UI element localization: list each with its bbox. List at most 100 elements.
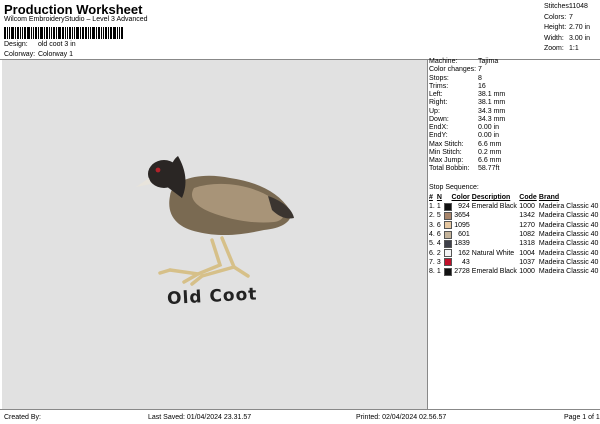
stat-zoom: Zoom: 1:1 (544, 45, 579, 52)
info-row: Trims: 16 (428, 83, 600, 91)
barcode-bar (72, 27, 73, 39)
barcode-bar (58, 27, 61, 39)
color-swatch (443, 258, 453, 267)
info-row: Color changes: 7 (428, 66, 600, 74)
col-description: Description (471, 194, 511, 201)
barcode-bar (7, 27, 8, 39)
row-num: 8. (429, 268, 435, 276)
color-swatch (443, 211, 453, 220)
table-row: 7. 3 43 1037 Madeira Classic 40 (428, 258, 600, 267)
barcode-bar (35, 27, 37, 39)
row-code: 1000 (519, 268, 535, 276)
barcode-bar (17, 27, 19, 39)
row-brand: Madeira Classic 40 (538, 203, 599, 211)
barcode-bar (53, 27, 55, 39)
info-row: Max Stitch: 6.6 mm (428, 141, 600, 149)
barcode-bar (9, 27, 10, 39)
table-row: 3. 6 1095 1270 Madeira Classic 40 (428, 221, 600, 230)
barcode-bar (110, 27, 112, 39)
barcode-bar (92, 27, 95, 39)
row-num: 5. (429, 240, 435, 248)
artwork-caption: Old Coot (167, 284, 258, 309)
printed-date: Printed: 02/04/2024 02.56.57 (356, 414, 447, 421)
coot-bill (136, 178, 151, 187)
row-description (471, 211, 519, 220)
row-description: Emerald Black (471, 203, 517, 211)
page-number: Page 1 of 1 (564, 414, 600, 421)
barcode-bar (76, 27, 79, 39)
barcode-bar (90, 27, 91, 39)
row-brand: Madeira Classic 40 (538, 221, 599, 229)
barcode-bar (46, 27, 48, 39)
info-value: 0.00 in (478, 124, 500, 131)
colorway-value: Colorway 1 (37, 51, 73, 58)
barcode-bar (67, 27, 68, 39)
color-swatch (443, 248, 453, 258)
row-color: 162 (458, 249, 470, 257)
table-row: 2. 5 3654 1342 Madeira Classic 40 (428, 211, 600, 220)
row-color: 924 (458, 203, 470, 211)
row-num: 6. (429, 249, 435, 257)
info-row: Max Jump: 6.6 mm (428, 157, 600, 165)
barcode-bar (11, 27, 14, 39)
barcode-bar (65, 27, 66, 39)
color-swatch (443, 230, 453, 239)
design-preview: Old Coot (2, 60, 427, 409)
info-value: 38.1 mm (478, 99, 506, 107)
row-code: 1270 (519, 221, 535, 229)
info-value: 6.6 mm (478, 140, 502, 148)
footer-divider (0, 409, 600, 410)
info-row: Down: 34.3 mm (428, 116, 600, 124)
page-title: Production Worksheet (4, 2, 143, 17)
row-color: 1095 (454, 221, 470, 229)
color-swatch (443, 267, 453, 276)
barcode-bar (20, 27, 21, 39)
row-n: 6 (436, 231, 441, 239)
stat-stitches: Stitches: 11048 (544, 3, 588, 10)
info-row: Stops: 8 (428, 75, 600, 83)
info-label: Color changes: (429, 66, 477, 74)
swatch-chip (444, 221, 452, 230)
barcode-bar (121, 27, 123, 39)
col-color: Color (451, 194, 470, 201)
barcode-bar (22, 27, 23, 39)
barcode-bar (27, 27, 30, 39)
colorway-row: Colorway: Colorway 1 (4, 51, 73, 58)
row-description: Natural White (471, 249, 515, 257)
row-color: 1839 (454, 240, 470, 248)
info-label: Max Jump: (429, 157, 464, 164)
barcode (4, 27, 140, 39)
info-label: EndX: (429, 124, 449, 131)
table-row: 1. 1 924 Emerald Black 1000 Madeira Classic 4… (428, 202, 600, 211)
stop-sequence-title: Stop Sequence: (429, 184, 479, 191)
barcode-bar (88, 27, 89, 39)
info-row: Total Bobbin: 58.77ft (428, 165, 600, 173)
coot-artwork: Old Coot (136, 156, 294, 309)
coot-head (148, 160, 180, 188)
row-brand: Madeira Classic 40 (538, 249, 599, 257)
stat-width: Width: 3.00 in (544, 34, 591, 42)
row-num: 1. (429, 203, 435, 211)
barcode-bar (56, 27, 57, 39)
info-label: Left: (429, 91, 443, 98)
barcode-bar (51, 27, 52, 39)
info-value: 0.2 mm (478, 148, 502, 156)
row-code: 1342 (519, 212, 535, 220)
row-brand: Madeira Classic 40 (538, 212, 599, 220)
info-value: 58.77ft (478, 165, 500, 173)
table-header-row: # N Color Description Code Brand (428, 193, 600, 202)
info-label: Down: (429, 115, 449, 123)
col-num: # (429, 194, 433, 201)
info-value: 7 (478, 66, 482, 74)
color-swatch (443, 202, 453, 211)
col-code: Code (519, 194, 537, 201)
barcode-bar (62, 27, 64, 39)
barcode-bar (85, 27, 87, 39)
row-n: 4 (436, 240, 441, 248)
row-brand: Madeira Classic 40 (538, 240, 599, 248)
row-color: 2728 (454, 268, 470, 276)
coot-eye (155, 167, 161, 173)
info-row: EndX: 0.00 in (428, 124, 600, 132)
row-description (471, 258, 519, 267)
row-num: 3. (429, 221, 435, 229)
